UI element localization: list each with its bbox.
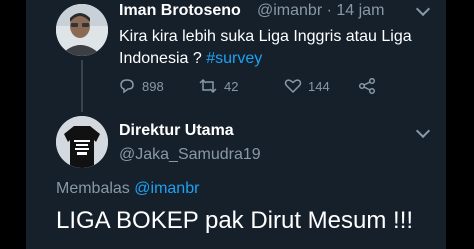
tweet-body: Kira kira lebih suka Liga Inggris atau L… bbox=[119, 28, 412, 67]
reply-author-handle[interactable]: @Jaka_Samudra19 bbox=[119, 146, 261, 164]
reply-icon bbox=[120, 79, 134, 94]
avatar-iman-brotoseno[interactable] bbox=[56, 4, 108, 56]
reply-author-name[interactable]: Direktur Utama bbox=[119, 122, 234, 140]
reply-count: 898 bbox=[142, 78, 164, 94]
tweet-thread-panel: Iman Brotoseno @imanbr · 14 jam Kira kir… bbox=[26, 0, 446, 249]
replying-to-line: Membalas @imanbr bbox=[56, 180, 199, 198]
tweet-text: Kira kira lebih suka Liga Inggris atau L… bbox=[119, 26, 429, 70]
avatar-direktur-utama[interactable] bbox=[56, 116, 108, 168]
reply-text: LIGA BOKEP pak Dirut Mesum !!! bbox=[56, 207, 414, 234]
replying-label: Membalas bbox=[56, 180, 130, 197]
retweet-button[interactable]: 42 bbox=[198, 78, 238, 94]
hashtag-link[interactable]: #survey bbox=[206, 50, 262, 67]
tweet-author-name[interactable]: Iman Brotoseno bbox=[119, 2, 241, 20]
like-button[interactable]: 144 bbox=[284, 78, 330, 94]
share-button[interactable] bbox=[358, 78, 376, 94]
like-icon bbox=[284, 79, 302, 94]
tweet-actions: 898 42 144 bbox=[26, 78, 446, 98]
retweet-icon bbox=[199, 78, 217, 94]
share-icon bbox=[358, 78, 376, 94]
tweet-author-handle[interactable]: @imanbr bbox=[257, 2, 322, 19]
tweet-timestamp[interactable]: 14 jam bbox=[336, 2, 384, 19]
chevron-down-icon[interactable] bbox=[415, 1, 431, 17]
retweet-count: 42 bbox=[224, 78, 239, 94]
reply-button[interactable]: 898 bbox=[118, 78, 164, 94]
tweet-author-meta: @imanbr · 14 jam bbox=[257, 2, 385, 19]
chevron-down-icon[interactable] bbox=[415, 123, 431, 139]
like-count: 144 bbox=[308, 78, 330, 94]
mention-link[interactable]: @imanbr bbox=[134, 180, 199, 197]
